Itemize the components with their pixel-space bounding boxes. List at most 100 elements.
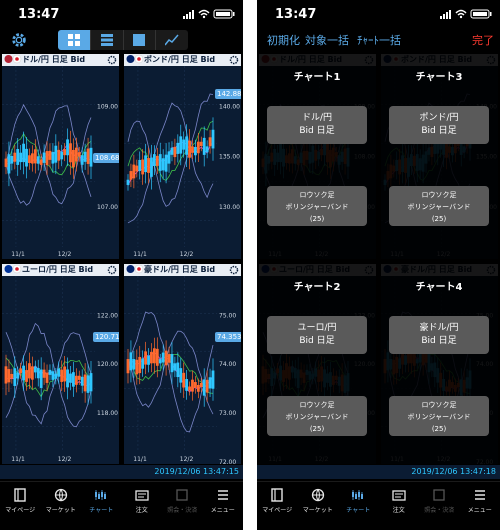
tab-order[interactable]: 注文 bbox=[122, 482, 163, 530]
order-icon bbox=[392, 490, 406, 501]
chart-header: 豪ドル/円 日足 Bid bbox=[124, 264, 241, 276]
tab-label: マイページ bbox=[262, 507, 293, 514]
book-icon bbox=[14, 488, 26, 502]
reset-button[interactable]: 初期化 bbox=[267, 32, 300, 48]
timestamp: 2019/12/06 13:47:18 bbox=[411, 467, 496, 476]
layout-single-button[interactable] bbox=[124, 30, 157, 50]
candle bbox=[74, 375, 78, 385]
gear-icon[interactable] bbox=[107, 55, 117, 65]
candle bbox=[51, 371, 55, 380]
chart-grid: ドル/円 日足 Bid109.00108.00107.0011/112/2108… bbox=[0, 54, 243, 464]
candle bbox=[48, 150, 52, 160]
layout-rows-button[interactable] bbox=[91, 30, 124, 50]
candle bbox=[194, 382, 197, 388]
indicator-sub-label: ボリンジャーバンド bbox=[285, 413, 349, 421]
candle bbox=[86, 375, 90, 393]
chart-slot-title: チャート1 bbox=[293, 72, 341, 83]
order-icon bbox=[135, 490, 149, 501]
chart-pair-button[interactable]: 豪ドル/円 Bid 日足 bbox=[389, 316, 489, 354]
candle bbox=[45, 372, 49, 383]
candle bbox=[199, 141, 203, 147]
gear-icon[interactable] bbox=[10, 31, 28, 49]
axis-tick-label: 73.00 bbox=[219, 410, 236, 417]
candle bbox=[152, 348, 156, 364]
candle bbox=[188, 386, 191, 391]
pair-label: ドル/円 bbox=[301, 113, 333, 123]
chart-batch-button[interactable]: ﾁｬｰﾄ一括 bbox=[357, 32, 401, 48]
chart-panel[interactable]: ドル/円 日足 Bid109.00108.00107.0011/112/2108… bbox=[2, 54, 119, 259]
trend-icon bbox=[165, 34, 179, 46]
pair-label: ユーロ/円 bbox=[297, 323, 337, 333]
tab-candlestick[interactable]: チャート bbox=[338, 482, 379, 530]
target-batch-button[interactable]: 対象一括 bbox=[305, 32, 349, 48]
candle bbox=[74, 147, 78, 162]
chart-panel[interactable]: ユーロ/円 日足 Bid 122.00 120.00 118.00 11/1 12/2 12… bbox=[2, 264, 119, 464]
axis-tick-label: 130.00 bbox=[219, 204, 240, 211]
candle bbox=[158, 359, 162, 364]
gear-icon[interactable] bbox=[229, 55, 239, 65]
chart-pair-button[interactable]: ユーロ/円 Bid 日足 bbox=[267, 316, 367, 354]
edit-overlay: チャート1 ドル/円 Bid 日足 ロウソク足 ボリンジャーバンド (25) チャート3 ポン… bbox=[257, 54, 500, 479]
candle bbox=[7, 154, 11, 174]
candle bbox=[63, 149, 67, 156]
menu-icon bbox=[217, 490, 228, 500]
chart-indicator-button[interactable]: ロウソク足 ボリンジャーバンド (25) bbox=[389, 396, 489, 436]
candle bbox=[188, 140, 191, 158]
candle bbox=[48, 369, 52, 375]
candle bbox=[205, 379, 209, 393]
tab-inquiry[interactable]: 照会・決済 bbox=[419, 482, 460, 530]
candle bbox=[57, 149, 61, 161]
candle bbox=[176, 362, 180, 378]
candle bbox=[19, 368, 23, 374]
candle bbox=[126, 359, 130, 374]
indicator-param-label: (25) bbox=[309, 425, 325, 433]
done-button[interactable]: 完了 bbox=[472, 32, 494, 48]
chart-indicator-button[interactable]: ロウソク足 ボリンジャーバンド (25) bbox=[267, 396, 367, 436]
gear-icon[interactable] bbox=[107, 265, 117, 275]
timestamp-bar: 2019/12/06 13:47:15 bbox=[0, 465, 243, 479]
tab-globe[interactable]: マーケット bbox=[41, 482, 82, 530]
tab-candlestick[interactable]: チャート bbox=[81, 482, 122, 530]
indicator-param-label: (25) bbox=[431, 215, 447, 223]
chart-pair-button[interactable]: ポンド/円 Bid 日足 bbox=[389, 106, 489, 144]
gear-icon[interactable] bbox=[229, 265, 239, 275]
candlestick-icon bbox=[352, 490, 364, 500]
tab-book[interactable]: マイページ bbox=[257, 482, 298, 530]
candle bbox=[161, 352, 165, 363]
tab-menu[interactable]: メニュー bbox=[203, 482, 244, 530]
candle bbox=[185, 136, 189, 155]
timeframe-label: Bid 日足 bbox=[421, 336, 457, 346]
tab-menu[interactable]: メニュー bbox=[460, 482, 500, 530]
candle bbox=[86, 148, 90, 164]
candle bbox=[83, 151, 87, 162]
chart-pair-button[interactable]: ドル/円 Bid 日足 bbox=[267, 106, 367, 144]
candle bbox=[25, 148, 28, 167]
chart-panel[interactable]: ポンド/円 日足 Bid 140.00 135.00 130.00 11/1 12/2 14… bbox=[124, 54, 241, 259]
timeframe-label: Bid 日足 bbox=[421, 126, 457, 136]
candle bbox=[57, 368, 61, 377]
candle bbox=[191, 379, 194, 392]
candle bbox=[89, 147, 93, 167]
candle bbox=[179, 368, 183, 383]
candle bbox=[147, 158, 150, 173]
chart-label: 豪ドル/円 日足 Bid bbox=[144, 265, 216, 274]
chart-indicator-button[interactable]: ロウソク足 ボリンジャーバンド (25) bbox=[267, 186, 367, 226]
layout-grid-4-button[interactable] bbox=[58, 30, 91, 50]
candle bbox=[80, 376, 84, 386]
candle bbox=[42, 369, 46, 378]
layout-segmented-control bbox=[58, 30, 188, 50]
layout-trend-button[interactable] bbox=[156, 30, 188, 50]
axis-tick-label: 120.00 bbox=[97, 361, 118, 368]
inquiry-icon bbox=[176, 489, 188, 501]
candle bbox=[36, 156, 40, 164]
tab-globe[interactable]: マーケット bbox=[298, 482, 339, 530]
candle bbox=[69, 143, 72, 163]
tab-inquiry[interactable]: 照会・決済 bbox=[162, 482, 203, 530]
currency-flags-icon bbox=[4, 264, 22, 273]
tab-label: チャート bbox=[346, 507, 371, 514]
chart-panel[interactable]: 豪ドル/円 日足 Bid 75.00 74.00 73.00 72.00 11/1 12/2… bbox=[124, 264, 241, 464]
tab-book[interactable]: マイページ bbox=[0, 482, 41, 530]
tab-order[interactable]: 注文 bbox=[379, 482, 420, 530]
chart-indicator-button[interactable]: ロウソク足 ボリンジャーバンド (25) bbox=[389, 186, 489, 226]
candle bbox=[36, 367, 40, 379]
